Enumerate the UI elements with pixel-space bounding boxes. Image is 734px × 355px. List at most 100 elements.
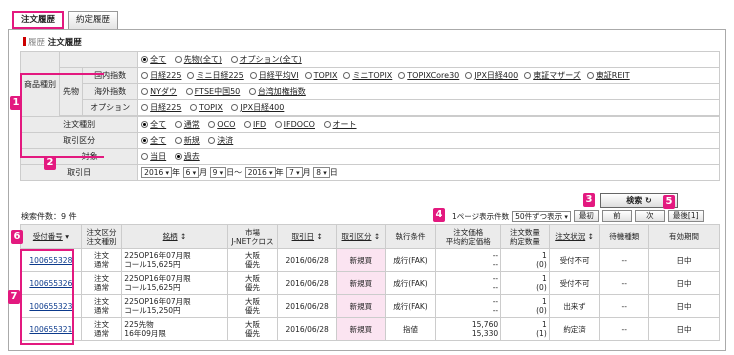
- radio-core30[interactable]: TOPIXCore30: [398, 71, 459, 80]
- radio-past[interactable]: 過去: [174, 152, 200, 161]
- from-day-select[interactable]: 9: [209, 167, 227, 178]
- cell-text: 約定済: [563, 324, 586, 334]
- radio-mini-n225[interactable]: ミニ日経225: [187, 71, 244, 80]
- radio-label: ミニ日経225: [196, 71, 244, 80]
- radio-icon: [174, 153, 182, 160]
- cell-cond: 成行(FAK): [384, 271, 437, 295]
- prev-page-button[interactable]: 前: [601, 210, 632, 222]
- col-market: 市場 J-NETクロス: [226, 224, 279, 249]
- radio-icon: [208, 121, 216, 128]
- radio-mothers[interactable]: 東証マザーズ: [524, 71, 581, 80]
- radio-op-jpx400[interactable]: JPX日経400: [231, 103, 284, 112]
- cell-cond: 成行(FAK): [384, 294, 437, 318]
- sort-icon[interactable]: ↕: [314, 232, 322, 241]
- cell-text: --: [621, 301, 627, 311]
- radio-option-all[interactable]: オプション(全て): [230, 55, 302, 64]
- table-row: 100655328 注文 通常 225OP16年07月限 コール15,625円 大阪 …: [20, 248, 720, 272]
- col-trade-type[interactable]: 取引区分 ↕: [336, 224, 386, 249]
- radio-icon: [304, 72, 312, 79]
- sort-icon[interactable]: ↕: [372, 232, 380, 241]
- tab-execution-history[interactable]: 約定履歴: [68, 11, 119, 29]
- radio-icon: [323, 121, 331, 128]
- radio-topix[interactable]: TOPIX: [304, 71, 337, 80]
- cell-text: 指値: [402, 324, 418, 334]
- col-receipt-no[interactable]: 受付番号 ▾: [20, 224, 82, 249]
- product-row-all: 全て 先物(全て) オプション(全て): [137, 51, 720, 68]
- radio-ot-ifdoco[interactable]: IFDOCO: [274, 120, 315, 129]
- radio-ot-auto[interactable]: オート: [323, 120, 357, 129]
- radio-reit[interactable]: 東証REIT: [586, 71, 630, 80]
- cell-kubun: 注文 通常: [80, 271, 123, 295]
- first-page-button[interactable]: 最初: [573, 210, 599, 222]
- header-label: 注文数量 約定数量: [509, 227, 540, 246]
- cell-date: 2016/06/28: [277, 317, 338, 341]
- target-options: 当日 過去: [137, 148, 720, 165]
- cell-text: 大阪 優先: [244, 320, 260, 338]
- sort-icon[interactable]: ↕: [178, 232, 186, 241]
- radio-icon: [343, 72, 351, 79]
- cell-status: 受付不可: [548, 271, 601, 295]
- radio-ot-oco[interactable]: OCO: [208, 120, 235, 129]
- radio-taiwan[interactable]: 台湾加権指数: [248, 87, 306, 96]
- last-page-button[interactable]: 最後[1]: [667, 210, 704, 222]
- radio-label: JPX日経400: [240, 103, 285, 112]
- result-count: 検索件数：9 件: [21, 212, 77, 221]
- from-year-select[interactable]: 2016: [141, 167, 173, 178]
- to-year-select[interactable]: 2016: [244, 167, 276, 178]
- radio-ot-all[interactable]: 全て: [141, 120, 166, 129]
- cell-kubun: 注文 通常: [80, 294, 123, 318]
- date-range: 2016年 6月 9日〜 2016年 7月 8日: [137, 164, 720, 181]
- unit-day: 日: [329, 168, 338, 177]
- cell-wait: --: [599, 294, 650, 318]
- next-page-button[interactable]: 次: [634, 210, 665, 222]
- sort-icon[interactable]: ▾: [63, 232, 69, 241]
- to-month-select[interactable]: 7: [286, 167, 303, 178]
- radio-ot-ifd[interactable]: IFD: [244, 120, 266, 129]
- radio-icon: [274, 121, 282, 128]
- radio-jpx400[interactable]: JPX日経400: [465, 71, 518, 80]
- radio-vi[interactable]: 日経平均VI: [249, 71, 299, 80]
- cell-qty: 1 (0): [500, 248, 550, 272]
- radio-tr-settle[interactable]: 決済: [208, 136, 233, 145]
- radio-label: IFDOCO: [283, 120, 315, 129]
- radio-icon: [524, 72, 532, 79]
- radio-ot-normal[interactable]: 通常: [174, 120, 200, 129]
- radio-icon: [398, 72, 406, 79]
- from-month-select[interactable]: 6: [182, 167, 200, 178]
- breadcrumb-parent: 履歴: [28, 38, 46, 48]
- radio-today[interactable]: 当日: [141, 152, 166, 161]
- tab-order-history[interactable]: 注文履歴: [12, 11, 65, 29]
- cell-text: 1 (0): [536, 251, 547, 269]
- radio-icon: [141, 137, 149, 144]
- radio-label: 東証マザーズ: [533, 71, 581, 80]
- radio-tr-new[interactable]: 新規: [174, 136, 200, 145]
- header-label: 注文状況: [555, 232, 586, 241]
- col-issue[interactable]: 銘柄 ↕: [121, 224, 228, 249]
- table-header-row: 受付番号 ▾ 注文区分 注文種別 銘柄 ↕ 市場 J-NETクロス 取引日 ↕ 取引区分 …: [20, 224, 720, 249]
- cell-wait: --: [599, 317, 650, 341]
- radio-all[interactable]: 全て: [141, 55, 166, 64]
- unit-month: 月: [302, 168, 311, 177]
- radio-tr-all[interactable]: 全て: [141, 136, 166, 145]
- radio-op-topix[interactable]: TOPIX: [190, 103, 223, 112]
- radio-n225[interactable]: 日経225: [141, 71, 181, 80]
- radio-label: 通常: [183, 120, 200, 129]
- col-validity: 有効期間: [648, 224, 720, 249]
- col-status[interactable]: 注文状況 ↕: [548, 224, 601, 249]
- radio-nydow[interactable]: NYダウ: [141, 87, 177, 96]
- radio-mini-topix[interactable]: ミニTOPIX: [343, 71, 392, 80]
- radio-label: FTSE中国50: [194, 87, 241, 96]
- col-order-kubun: 注文区分 注文種別: [80, 224, 123, 249]
- radio-op-n225[interactable]: 日経225: [141, 103, 181, 112]
- page-size-label: 1ページ表示件数: [452, 211, 510, 221]
- sort-icon[interactable]: ↕: [585, 232, 594, 241]
- radio-ftse[interactable]: FTSE中国50: [185, 87, 241, 96]
- col-trade-date[interactable]: 取引日 ↕: [277, 224, 338, 249]
- radio-sakimono-all[interactable]: 先物(全て): [174, 55, 222, 64]
- to-day-select[interactable]: 8: [313, 167, 330, 178]
- cell-status: 約定済: [548, 317, 601, 341]
- cell-price: -- --: [435, 294, 502, 318]
- cell-text: 成行(FAK): [393, 301, 428, 311]
- blank-cell: [58, 51, 139, 68]
- page-size-select[interactable]: 50件ずつ表示: [512, 210, 571, 222]
